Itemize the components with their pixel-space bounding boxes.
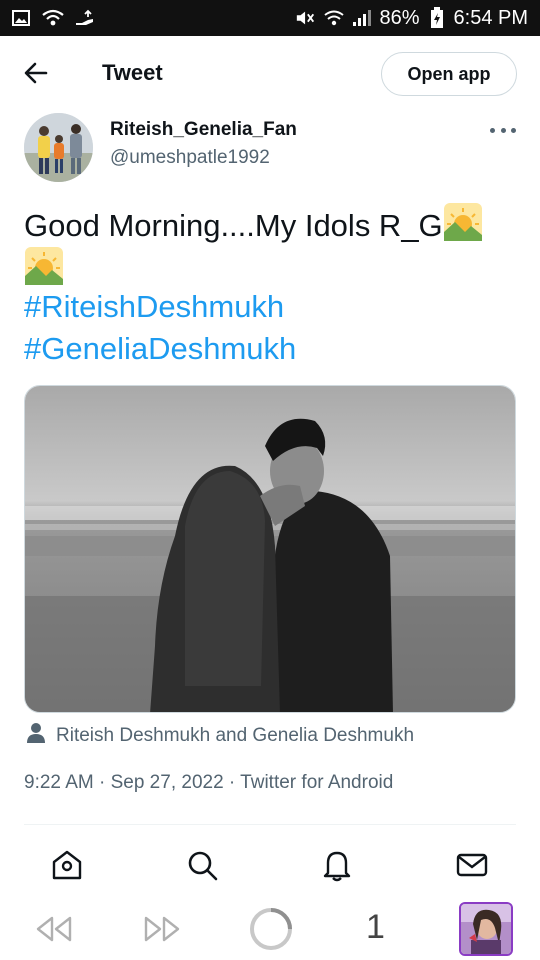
bell-icon[interactable] [320,848,354,882]
gallery-icon [10,7,32,29]
status-bar: 86% 6:54 PM [0,0,540,36]
divider [24,824,516,825]
tweet-body: Good Morning....My Idols R_G [24,208,443,243]
author-name[interactable]: Riteish_Genelia_Fan [110,119,297,141]
wifi-icon [42,7,64,29]
tab-count[interactable]: 1 [366,908,385,947]
hand-icon [74,7,96,29]
wifi-icon [323,7,345,29]
loading-icon[interactable] [248,906,294,957]
home-icon[interactable] [50,848,84,882]
tagged-people[interactable]: Riteish Deshmukh and Genelia Deshmukh [26,722,414,750]
mail-icon[interactable] [455,848,489,882]
hashtag-link[interactable]: #RiteishDeshmukh [24,289,284,325]
tweet-meta: 9:22 AM · Sep 27, 2022 · Twitter for And… [24,772,394,793]
more-icon[interactable] [490,120,516,140]
signal-icon [351,7,373,29]
person-icon [26,722,46,750]
hashtag-link[interactable]: #GeneliaDeshmukh [24,331,296,367]
profile-thumbnail[interactable] [459,902,513,956]
sunrise-emoji [443,202,483,242]
rewind-icon[interactable] [34,914,74,949]
tweet-photo[interactable] [24,385,516,713]
battery-icon [426,7,448,29]
status-right: 86% 6:54 PM [295,7,528,30]
open-app-button[interactable]: Open app [381,52,517,96]
forward-icon[interactable] [142,914,182,949]
tweet-header: Tweet Open app [0,36,540,110]
author-handle[interactable]: @umeshpatle1992 [110,147,270,169]
status-time: 6:54 PM [453,6,528,29]
sunrise-emoji [24,246,64,286]
avatar[interactable] [24,113,93,182]
search-icon[interactable] [185,848,219,882]
battery-percent: 86% [379,6,420,29]
tweet-text: Good Morning....My Idols R_G [24,202,524,290]
mute-icon [295,7,317,29]
back-arrow-icon[interactable] [22,60,52,86]
bottom-nav [0,836,540,892]
tagged-people-text: Riteish Deshmukh and Genelia Deshmukh [56,725,415,746]
page-title: Tweet [102,60,163,85]
status-left [10,7,96,29]
